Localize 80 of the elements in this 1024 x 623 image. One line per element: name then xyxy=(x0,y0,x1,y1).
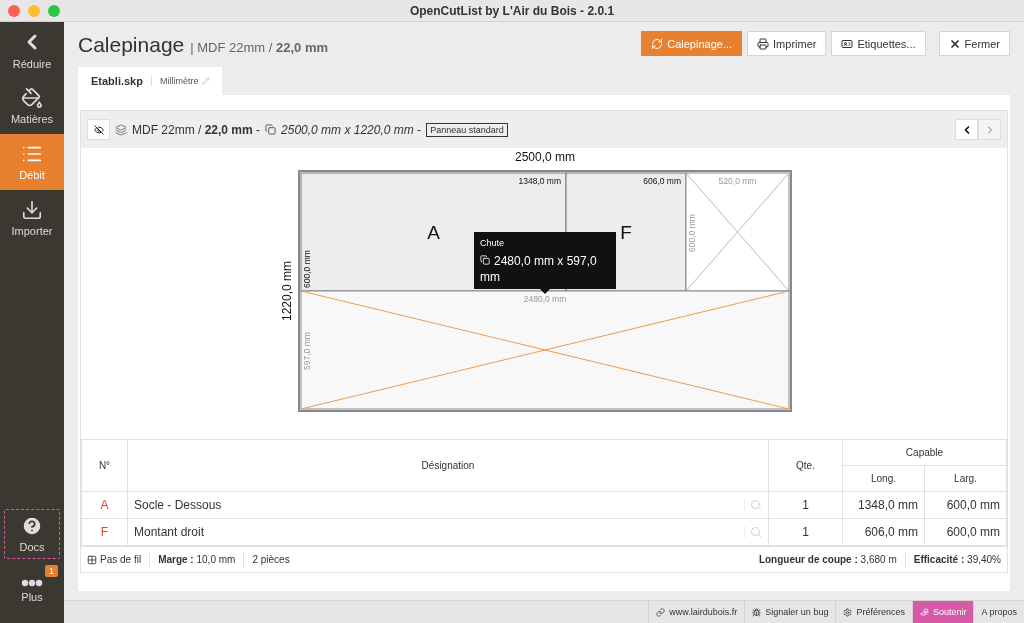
tooltip-text: 2480,0 mm x 597,0 mm xyxy=(480,253,598,285)
file-name: Etabli.skp xyxy=(91,75,143,87)
paint-bucket-icon xyxy=(21,87,43,109)
id-card-icon xyxy=(841,37,854,50)
page-subtitle: | MDF 22mm / 22,0 mm xyxy=(190,40,329,55)
offcut-width-label: 597,0 mm xyxy=(302,332,312,370)
grid-icon xyxy=(87,554,97,565)
sidebar-item[interactable]: Docs xyxy=(2,507,62,561)
printer-icon xyxy=(757,37,770,50)
download-icon xyxy=(21,199,43,221)
sidebar-item[interactable]: Importer xyxy=(0,190,64,246)
hand-heart-icon xyxy=(919,607,929,617)
sheet-size-label: 2500,0 mm x 1220,0 mm - xyxy=(281,122,422,137)
column-header: Désignation xyxy=(127,439,769,492)
pencil-icon xyxy=(202,77,211,85)
link[interactable]: Signaler un bug xyxy=(744,601,836,623)
file-tab[interactable]: Etabli.skp Millimètre xyxy=(78,67,223,95)
offcut-length-label: 520,0 mm xyxy=(718,176,757,186)
window-title: OpenCutList by L'Air du Bois - 2.0.1 xyxy=(409,3,615,18)
zoom-window-button[interactable] xyxy=(48,5,60,17)
tooltip-title: Chute xyxy=(480,238,506,248)
link-icon xyxy=(656,607,666,617)
status-button[interactable]: A propos xyxy=(973,601,1024,623)
link[interactable]: Préférences xyxy=(835,601,912,623)
page-title: Calepinage xyxy=(78,33,185,57)
sidebar-item[interactable]: Plus 1 xyxy=(0,565,64,617)
table-cell: 1 xyxy=(768,518,843,546)
help-icon xyxy=(21,515,43,537)
close-window-button[interactable] xyxy=(8,5,20,17)
cut-length-label: Longueur de coupe : 3,680 m xyxy=(758,554,897,565)
part-name: Socle - Dessous xyxy=(134,498,222,512)
minimize-window-button[interactable] xyxy=(28,5,40,17)
unit-label: Millimètre xyxy=(150,76,211,86)
part-length-label: 1348,0 mm xyxy=(518,176,561,186)
layers-icon xyxy=(115,123,127,136)
status-button[interactable]: Soutenir xyxy=(911,601,974,623)
search-icon[interactable] xyxy=(744,499,762,511)
notification-badge: 1 xyxy=(45,565,58,577)
settings-icon xyxy=(843,607,853,617)
offcut-length-label: 2480,0 mm xyxy=(523,294,567,304)
eye-off-icon xyxy=(93,124,104,135)
table-cell: F xyxy=(81,518,128,546)
margin-label: Marge : 10,0 mm xyxy=(158,554,236,565)
table-cell: 600,0 mm xyxy=(924,491,1007,519)
sheet-type-tag: Panneau standard xyxy=(426,122,508,137)
table-cell: 600,0 mm xyxy=(924,518,1007,546)
sheet-width-label: 2500,0 mm xyxy=(515,151,575,164)
part-label: F xyxy=(620,222,632,243)
table-cell: A xyxy=(81,491,128,519)
bug-icon xyxy=(752,607,762,617)
hide-button[interactable] xyxy=(87,119,110,140)
table-cell: 1348,0 mm xyxy=(842,491,925,519)
column-header: Larg. xyxy=(924,465,1007,492)
column-header: N° xyxy=(81,439,128,492)
toolbar-button[interactable]: Fermer xyxy=(938,31,1010,56)
sidebar-item[interactable]: Matières xyxy=(0,78,64,134)
column-header: Long. xyxy=(842,465,925,492)
offcut-width-label: 600,0 mm xyxy=(687,214,697,252)
pieces-count: 2 pièces xyxy=(252,554,290,565)
close-icon xyxy=(948,37,961,50)
sheet-height-label: 1220,0 mm xyxy=(280,261,294,321)
search-icon[interactable] xyxy=(744,526,762,538)
sidebar-item[interactable]: Réduire xyxy=(0,22,64,78)
previous-button[interactable] xyxy=(955,119,978,140)
part-width-label: 600,0 mm xyxy=(302,250,312,288)
column-header: Capable xyxy=(842,439,1007,466)
part-name: Montant droit xyxy=(134,525,205,539)
table-cell: 606,0 mm xyxy=(842,518,925,546)
part-label: A xyxy=(427,222,440,243)
more-icon xyxy=(21,579,43,587)
link[interactable]: www.lairdubois.fr xyxy=(648,601,745,623)
table-cell: 1 xyxy=(768,491,843,519)
refresh-icon xyxy=(651,37,664,50)
grain-label: Pas de fil xyxy=(87,554,142,565)
toolbar-button[interactable]: Imprimer xyxy=(747,31,827,56)
part-length-label: 606,0 mm xyxy=(643,176,681,186)
column-header: Qte. xyxy=(768,439,843,492)
toolbar-button[interactable]: Etiquettes... xyxy=(831,31,926,56)
material-label: MDF 22mm / 22,0 mm - xyxy=(132,122,261,137)
efficiency-label: Efficacité : 39,40% xyxy=(913,554,1001,565)
